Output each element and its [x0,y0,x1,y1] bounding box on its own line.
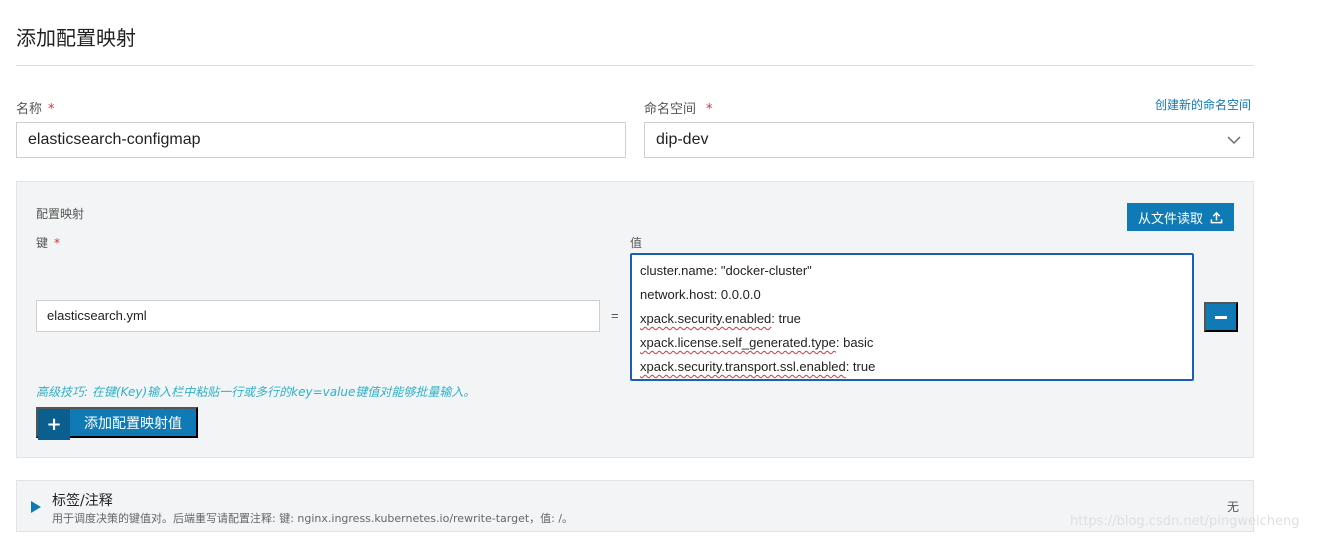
add-configmap-value-button[interactable]: + 添加配置映射值 [36,407,198,440]
add-configmap-value-label: 添加配置映射值 [84,415,182,432]
value-label: 值 [630,236,643,250]
read-from-file-label: 从文件读取 [1137,211,1203,227]
value-tail: : basic [835,335,874,350]
namespace-label-text: 命名空间 [644,102,697,117]
value-line: xpack.license.self_generated.type: basic [640,331,1184,355]
value-textarea[interactable]: cluster.name: "docker-cluster" network.h… [630,253,1194,381]
labels-annotations-section[interactable]: 标签/注释 用于调度决策的键值对。后端重写请配置注释: 键: nginx.ing… [16,480,1254,532]
upload-icon [1210,211,1223,223]
page-title: 添加配置映射 [16,26,136,50]
required-mark: * [706,102,713,117]
create-namespace-link[interactable]: 创建新的命名空间 [1155,96,1251,113]
labels-section-title: 标签/注释 [52,493,113,509]
labels-section-value: 无 [1226,500,1239,514]
watermark: https://blog.csdn.net/pingweicheng [1070,514,1300,529]
key-label: 键 * [36,234,60,251]
labels-section-description: 用于调度决策的键值对。后端重写请配置注释: 键: nginx.ingress.k… [52,512,574,525]
required-mark: * [48,102,55,117]
value-tail: : true [845,359,876,374]
key-input[interactable]: elasticsearch.yml [36,300,600,332]
title-divider [16,65,1254,66]
value-line: cluster.name: "docker-cluster" [640,263,812,278]
read-from-file-button[interactable]: 从文件读取 [1127,203,1234,231]
remove-entry-button[interactable] [1204,302,1238,332]
required-mark: * [54,236,61,250]
spellcheck-marked-key: xpack.security.enabled [640,311,772,326]
namespace-label: 命名空间 * [644,98,713,117]
plus-icon: + [38,409,70,440]
bulk-input-hint: 高级技巧: 在键(Key)输入栏中粘贴一行或多行的key=value键值对能够批… [36,385,476,399]
value-line: xpack.security.transport.ssl.enabled: tr… [640,355,1184,379]
minus-icon [1215,315,1227,319]
chevron-down-icon [1227,136,1241,144]
value-line: xpack.security.enabled: true [640,307,1184,331]
name-input[interactable]: elasticsearch-configmap [16,122,626,158]
namespace-select[interactable]: dip-dev [644,122,1254,158]
name-label: 名称 * [16,98,55,117]
spellcheck-marked-key: xpack.license.self_generated.type [640,335,836,350]
equals-sign: = [611,308,619,323]
value-tail: : true [771,311,801,326]
namespace-select-value: dip-dev [656,131,709,148]
expand-triangle-icon[interactable] [31,501,41,513]
key-label-text: 键 [36,236,49,250]
spellcheck-marked-key: xpack.security.transport.ssl.enabled [640,359,846,374]
value-line: network.host: 0.0.0.0 [640,287,761,302]
configmap-section-label: 配置映射 [36,207,85,221]
name-label-text: 名称 [16,102,43,117]
